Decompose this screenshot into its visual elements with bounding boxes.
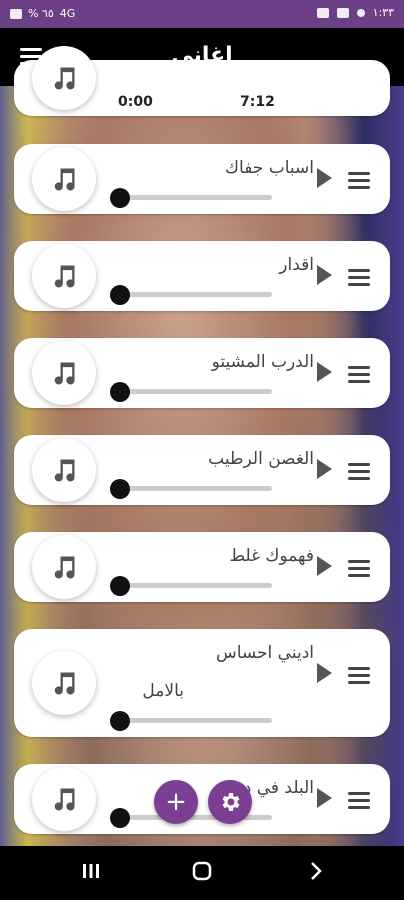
play-icon[interactable]: [317, 362, 332, 382]
progress-knob[interactable]: [110, 479, 130, 499]
message-icon: [316, 7, 329, 18]
progress-knob[interactable]: [110, 188, 130, 208]
drag-handle-icon[interactable]: [348, 172, 370, 189]
add-song-button[interactable]: +: [154, 780, 198, 824]
drag-handle-icon[interactable]: [348, 463, 370, 480]
play-icon[interactable]: [317, 663, 332, 683]
status-bar: % ٦٥ 4G ١:٣٣: [0, 0, 404, 28]
network-type: 4G: [59, 7, 76, 20]
plus-icon: +: [165, 787, 187, 817]
home-icon[interactable]: [191, 860, 213, 886]
song-card[interactable]: فهموك غلط: [14, 532, 390, 602]
album-art: [32, 46, 96, 110]
music-note-icon: [54, 168, 75, 191]
battery-percent: % ٦٥: [28, 7, 54, 20]
gallery-icon: [336, 7, 349, 18]
album-art: [32, 651, 96, 715]
song-title: فهموك غلط: [229, 546, 314, 566]
settings-button[interactable]: [208, 780, 252, 824]
album-art: [32, 147, 96, 211]
play-icon[interactable]: [317, 459, 332, 479]
song-card[interactable]: اسباب جفاك: [14, 144, 390, 214]
music-note-icon: [54, 556, 75, 579]
song-card[interactable]: اقدار: [14, 241, 390, 311]
drag-handle-icon[interactable]: [348, 560, 370, 577]
song-card[interactable]: الدرب المشيتو: [14, 338, 390, 408]
progress-track[interactable]: [118, 718, 272, 723]
song-title-line2: بالامل: [142, 681, 184, 701]
progress-track[interactable]: [118, 815, 272, 820]
album-art: [32, 438, 96, 502]
play-icon[interactable]: [317, 788, 332, 808]
progress-track[interactable]: [118, 195, 272, 200]
system-nav-bar: [0, 846, 404, 900]
music-note-icon: [54, 459, 75, 482]
song-title: الغصن الرطيب: [208, 449, 314, 469]
duration: 7:12: [240, 94, 275, 110]
play-icon[interactable]: [317, 168, 332, 188]
progress-track[interactable]: [118, 292, 272, 297]
progress-knob[interactable]: [110, 382, 130, 402]
notification-dot-icon: [356, 8, 365, 17]
status-left: % ٦٥ 4G: [10, 7, 75, 20]
song-card[interactable]: اديني احساس بالامل: [14, 629, 390, 737]
music-note-icon: [54, 67, 75, 90]
drag-handle-icon[interactable]: [348, 269, 370, 286]
now-playing-card[interactable]: 0:00 7:12: [14, 46, 390, 116]
back-icon[interactable]: [305, 860, 327, 886]
album-art: [32, 341, 96, 405]
song-card[interactable]: البلد في دنيا: [14, 764, 390, 834]
album-art: [32, 244, 96, 308]
drag-handle-icon[interactable]: [348, 667, 370, 684]
song-title: اسباب جفاك: [225, 158, 314, 178]
gear-icon: [222, 793, 240, 811]
current-time: 0:00: [118, 94, 153, 110]
drag-handle-icon[interactable]: [348, 366, 370, 383]
play-icon[interactable]: [317, 556, 332, 576]
song-card[interactable]: الغصن الرطيب: [14, 435, 390, 505]
progress-track[interactable]: [118, 486, 272, 491]
music-note-icon: [54, 672, 75, 695]
music-note-icon: [54, 265, 75, 288]
play-icon[interactable]: [317, 265, 332, 285]
song-title: اقدار: [279, 255, 314, 275]
song-title: الدرب المشيتو: [211, 352, 314, 372]
recent-apps-icon[interactable]: [80, 860, 102, 886]
signal-icon: [10, 8, 22, 19]
progress-track[interactable]: [118, 389, 272, 394]
progress-knob[interactable]: [110, 711, 130, 731]
song-title-line1: اديني احساس: [215, 643, 314, 663]
status-right: ١:٣٣: [316, 6, 394, 19]
progress-knob[interactable]: [110, 576, 130, 596]
album-art: [32, 535, 96, 599]
music-note-icon: [54, 362, 75, 385]
drag-handle-icon[interactable]: [348, 792, 370, 809]
progress-knob[interactable]: [110, 285, 130, 305]
music-note-icon: [54, 788, 75, 811]
album-art: [32, 767, 96, 831]
status-time: ١:٣٣: [372, 6, 394, 19]
progress-track[interactable]: [118, 583, 272, 588]
progress-knob[interactable]: [110, 808, 130, 828]
